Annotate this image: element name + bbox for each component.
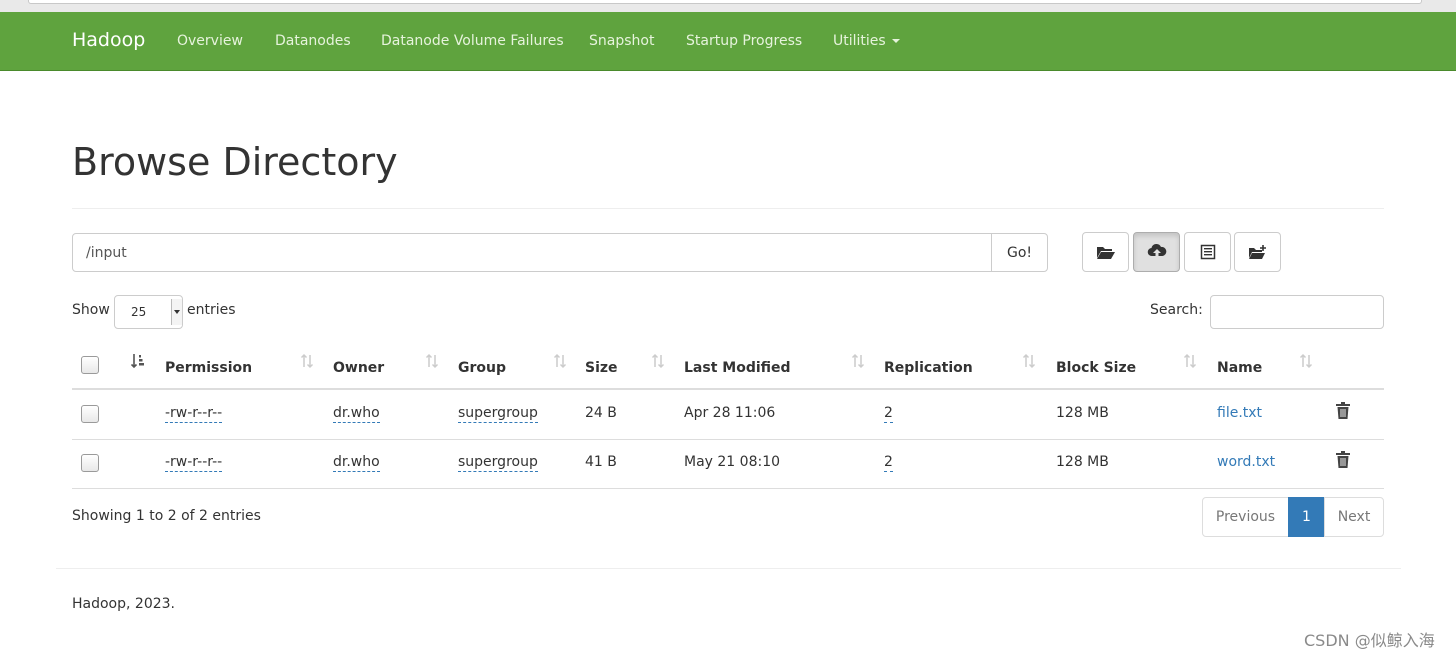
page-length-value: 25 <box>131 305 147 319</box>
watermark: CSDN @似鲸入海 <box>1304 631 1435 650</box>
owner-value[interactable]: dr.who <box>333 405 380 423</box>
trash-icon[interactable] <box>1335 451 1351 469</box>
address-bar-edge <box>28 0 1422 4</box>
path-input[interactable] <box>72 233 993 272</box>
group-value[interactable]: supergroup <box>458 405 538 423</box>
go-button[interactable]: Go! <box>991 233 1048 272</box>
sort-both-icon[interactable] <box>425 353 439 369</box>
nav-utilities[interactable]: Utilities <box>833 33 900 49</box>
block-size-value: 128 MB <box>1056 405 1109 421</box>
replication-value[interactable]: 2 <box>884 405 893 423</box>
size-value: 24 B <box>585 405 617 421</box>
page-title: Browse Directory <box>72 140 398 184</box>
table-row[interactable]: -rw-r--r-- dr.who supergroup 41 B May 21… <box>72 440 1384 489</box>
search-input[interactable] <box>1210 295 1384 329</box>
nav-startup-progress[interactable]: Startup Progress <box>686 33 802 49</box>
modified-value: May 21 08:10 <box>684 454 781 470</box>
list-icon <box>1200 244 1215 260</box>
col-group[interactable]: Group <box>458 360 506 376</box>
nav-datanode-volume-failures[interactable]: Datanode Volume Failures <box>381 33 564 49</box>
sort-both-icon[interactable] <box>851 353 865 369</box>
upload-button[interactable] <box>1133 232 1180 272</box>
footer-divider <box>56 568 1401 569</box>
page-length-select[interactable]: 25 <box>114 295 183 329</box>
table-info: Showing 1 to 2 of 2 entries <box>72 508 261 524</box>
sort-both-icon[interactable] <box>300 353 314 369</box>
nav-utilities-label: Utilities <box>833 33 886 49</box>
nav-overview[interactable]: Overview <box>177 33 243 49</box>
trash-icon[interactable] <box>1335 402 1351 420</box>
col-block-size[interactable]: Block Size <box>1056 360 1136 376</box>
browser-chrome <box>0 0 1456 12</box>
chevron-down-icon <box>171 299 182 325</box>
file-name-link[interactable]: word.txt <box>1217 454 1275 470</box>
nav-datanodes[interactable]: Datanodes <box>275 33 351 49</box>
pagination: Previous 1 Next <box>1202 497 1384 537</box>
sort-both-icon[interactable] <box>1183 353 1197 369</box>
block-size-value: 128 MB <box>1056 454 1109 470</box>
size-value: 41 B <box>585 454 617 470</box>
divider <box>72 208 1384 209</box>
folder-open-icon <box>1096 247 1115 259</box>
permission-value[interactable]: -rw-r--r-- <box>165 454 223 472</box>
entries-label: entries <box>187 302 236 318</box>
cloud-upload-icon <box>1147 243 1166 259</box>
show-label: Show <box>72 302 110 318</box>
col-owner[interactable]: Owner <box>333 360 384 376</box>
file-name-link[interactable]: file.txt <box>1217 405 1262 421</box>
col-last-modified[interactable]: Last Modified <box>684 360 791 376</box>
search-label: Search: <box>1150 302 1203 318</box>
group-value[interactable]: supergroup <box>458 454 538 472</box>
caret-down-icon <box>891 39 900 43</box>
replication-value[interactable]: 2 <box>884 454 893 472</box>
permission-value[interactable]: -rw-r--r-- <box>165 405 223 423</box>
row-checkbox[interactable] <box>81 454 99 472</box>
row-checkbox[interactable] <box>81 405 99 423</box>
page-1-button[interactable]: 1 <box>1288 497 1325 537</box>
previous-page-button[interactable]: Previous <box>1202 497 1289 537</box>
select-all-checkbox[interactable] <box>81 356 99 374</box>
view-list-button[interactable] <box>1184 232 1231 272</box>
brand[interactable]: Hadoop <box>72 29 145 51</box>
sort-both-icon[interactable] <box>1299 353 1313 369</box>
sort-both-icon[interactable] <box>553 353 567 369</box>
sort-both-icon[interactable] <box>1022 353 1036 369</box>
browse-folder-button[interactable] <box>1082 232 1129 272</box>
new-folder-icon <box>1248 245 1266 259</box>
nav-snapshot[interactable]: Snapshot <box>589 33 654 49</box>
create-folder-button[interactable] <box>1234 232 1281 272</box>
modified-value: Apr 28 11:06 <box>684 405 776 421</box>
col-replication[interactable]: Replication <box>884 360 973 376</box>
col-permission[interactable]: Permission <box>165 360 252 376</box>
col-size[interactable]: Size <box>585 360 618 376</box>
next-page-button[interactable]: Next <box>1324 497 1384 537</box>
table-row[interactable]: -rw-r--r-- dr.who supergroup 24 B Apr 28… <box>72 391 1384 440</box>
sort-both-icon[interactable] <box>651 353 665 369</box>
footer-text: Hadoop, 2023. <box>72 596 175 612</box>
owner-value[interactable]: dr.who <box>333 454 380 472</box>
col-name[interactable]: Name <box>1217 360 1262 376</box>
navbar: Hadoop Overview Datanodes Datanode Volum… <box>0 12 1456 71</box>
sort-asc-icon[interactable] <box>131 353 145 369</box>
table-header: Permission Owner Group Size Last Modifie… <box>72 345 1384 390</box>
